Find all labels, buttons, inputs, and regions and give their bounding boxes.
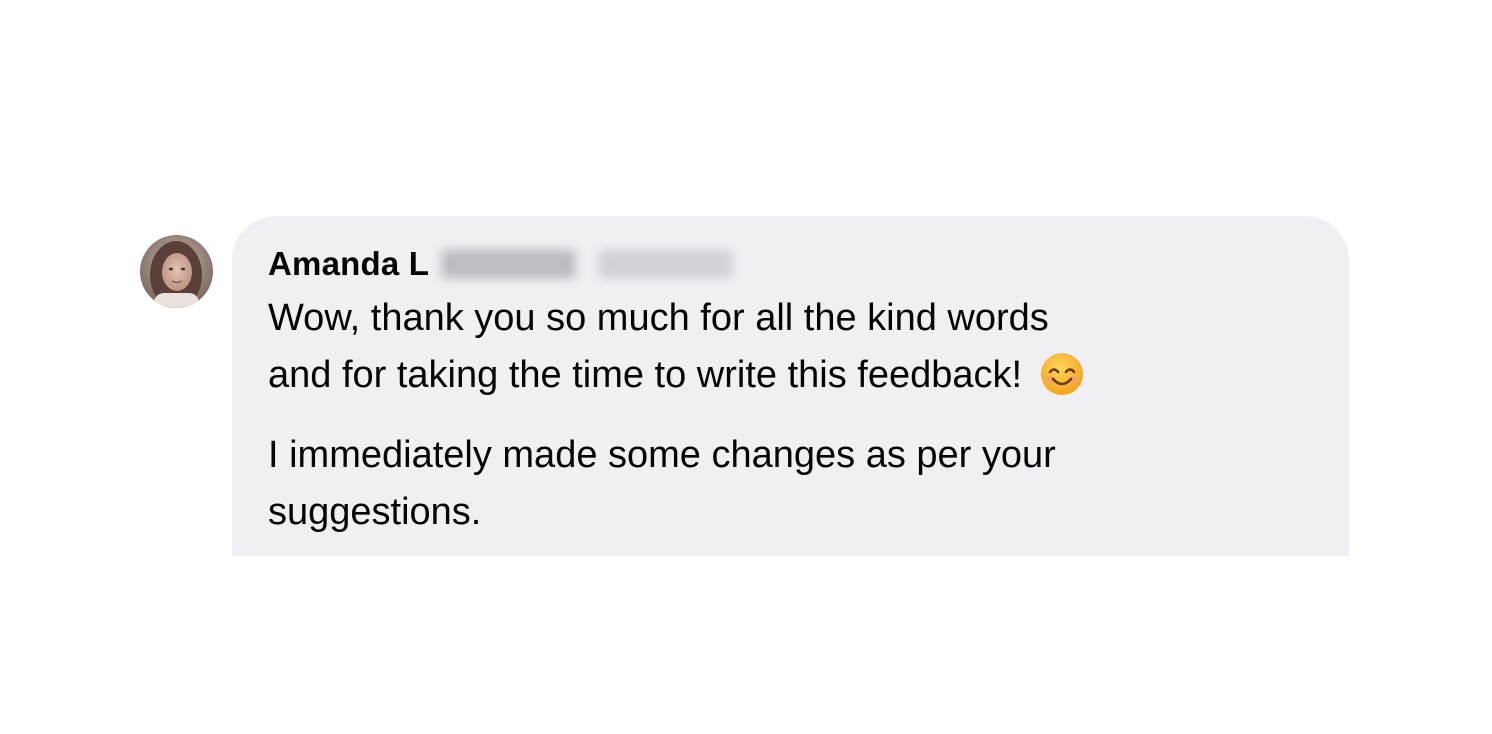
comment-line-with-emoji: and for taking the time to write this fe… [268, 347, 1313, 404]
comment-avatar[interactable] [140, 235, 213, 308]
comment-line: and for taking the time to write this fe… [268, 354, 1023, 396]
comment-paragraph-1: Wow, thank you so much for all the kind … [268, 290, 1313, 404]
author-surname-blurred [441, 249, 577, 279]
comment-paragraph-2: I immediately made some changes as per y… [268, 427, 1313, 541]
comment-bubble: Amanda L Wow, thank you so much for all … [232, 216, 1349, 556]
author-name[interactable]: Amanda L [268, 245, 429, 283]
avatar-photo [140, 235, 213, 308]
comment-line: Wow, thank you so much for all the kind … [268, 297, 1049, 339]
smiling-face-icon [1039, 351, 1085, 397]
comment-line: suggestions. [268, 491, 482, 533]
comment-line: I immediately made some changes as per y… [268, 434, 1056, 476]
author-badge-blurred [598, 249, 734, 279]
comment-header: Amanda L [268, 242, 1313, 286]
